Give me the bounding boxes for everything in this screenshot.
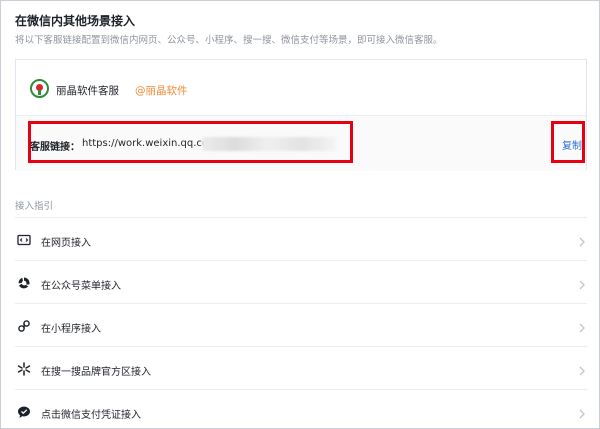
copy-button[interactable]: 复制	[562, 137, 582, 152]
webpage-icon	[17, 232, 31, 246]
chevron-right-icon	[577, 362, 587, 376]
guide-item-official-account[interactable]: 在公众号菜单接入	[15, 260, 587, 303]
guide-item-webpage[interactable]: 在网页接入	[15, 217, 587, 260]
search-brand-icon	[17, 361, 31, 376]
company-logo-icon	[30, 79, 49, 98]
guide-item-label: 点击微信支付凭证接入	[41, 410, 141, 421]
link-url[interactable]: https://work.weixin.qq.com	[82, 138, 218, 149]
chevron-right-icon	[577, 405, 587, 419]
guide-item-mini-program[interactable]: 在小程序接入	[15, 303, 587, 346]
service-link-card: 丽晶软件客服 @丽晶软件 客服链接： https://work.weixin.q…	[15, 59, 587, 171]
guide-list: 在网页接入 在公众号菜单接入 在小程序接入 在搜一搜品牌官方区接入 点击微信支付…	[15, 217, 587, 429]
account-corp: @丽晶软件	[135, 85, 188, 97]
page-subtitle: 将以下客服链接配置到微信内网页、公众号、小程序、搜一搜、微信支付等场景，即可接入…	[15, 35, 443, 46]
guide-item-wechat-pay[interactable]: 点击微信支付凭证接入	[15, 389, 587, 429]
redacted-link-segment	[202, 137, 336, 151]
mini-program-icon	[17, 318, 31, 332]
account-header: 丽晶软件客服 @丽晶软件	[16, 60, 586, 116]
guide-item-label: 在公众号菜单接入	[41, 281, 121, 292]
chevron-right-icon	[577, 319, 587, 333]
account-name: 丽晶软件客服	[56, 85, 119, 97]
link-row: 客服链接： https://work.weixin.qq.com 复制	[16, 116, 586, 171]
official-account-icon	[17, 275, 31, 289]
link-label: 客服链接：	[30, 142, 80, 153]
wechat-pay-icon	[17, 404, 31, 418]
chevron-right-icon	[577, 276, 587, 290]
guide-item-search-brand[interactable]: 在搜一搜品牌官方区接入	[15, 346, 587, 389]
guide-item-label: 在网页接入	[41, 238, 91, 249]
page-container: 在微信内其他场景接入 将以下客服链接配置到微信内网页、公众号、小程序、搜一搜、微…	[0, 0, 600, 429]
guide-item-label: 在搜一搜品牌官方区接入	[41, 367, 151, 378]
guide-item-label: 在小程序接入	[41, 324, 101, 335]
page-title: 在微信内其他场景接入	[15, 14, 136, 28]
chevron-right-icon	[577, 233, 587, 247]
guide-title: 接入指引	[15, 201, 54, 212]
